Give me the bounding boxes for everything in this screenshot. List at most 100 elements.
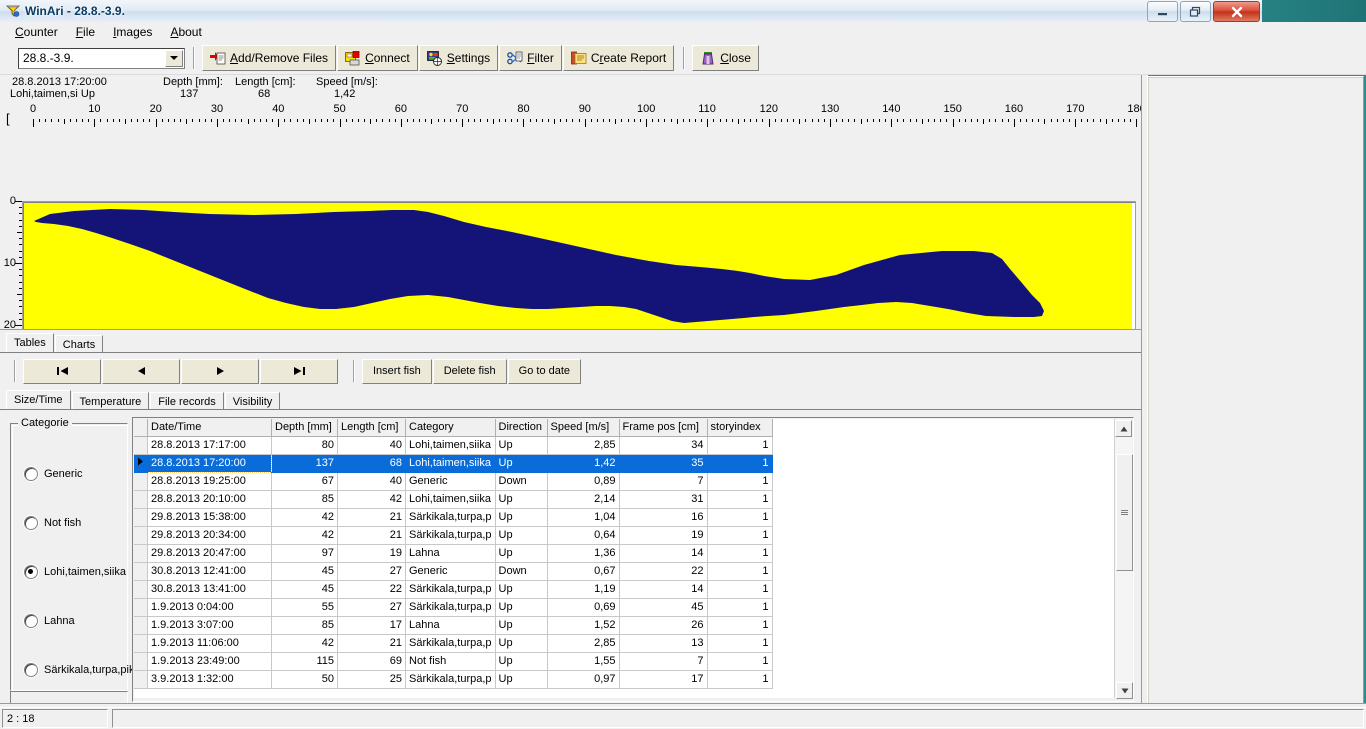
table-row[interactable]: 28.8.2013 20:10:00 85 42 Lohi,taimen,siika U…	[134, 490, 773, 509]
cell-depth-mm[interactable]: 45	[271, 580, 338, 599]
cell-date-time[interactable]: 28.8.2013 17:20:00	[147, 453, 272, 473]
cell-length-cm[interactable]: 25	[337, 670, 406, 689]
cell-speed-m-s[interactable]: 1,52	[547, 616, 620, 635]
tab-visibility[interactable]: Visibility	[224, 392, 281, 410]
cell-direction[interactable]: Down	[495, 562, 548, 581]
tab-temperature[interactable]: Temperature	[71, 392, 150, 410]
file-select-combo[interactable]: 28.8.-3.9.	[18, 47, 185, 69]
cell-speed-m-s[interactable]: 0,97	[547, 670, 620, 689]
cell-frame-pos-cm[interactable]: 17	[619, 670, 708, 689]
cell-direction[interactable]: Down	[495, 472, 548, 491]
cell-depth-mm[interactable]: 67	[271, 472, 338, 491]
cell-date-time[interactable]: 28.8.2013 19:25:00	[147, 472, 272, 491]
cell-storyindex[interactable]: 1	[707, 562, 773, 581]
cell-category[interactable]: Lohi,taimen,siika	[405, 454, 496, 473]
cell-storyindex[interactable]: 1	[707, 652, 773, 671]
cell-direction[interactable]: Up	[495, 598, 548, 617]
row-marker[interactable]	[134, 598, 148, 617]
cell-depth-mm[interactable]: 85	[271, 490, 338, 509]
cell-frame-pos-cm[interactable]: 35	[619, 454, 708, 473]
insert-fish-button[interactable]: Insert fish	[362, 358, 432, 384]
cell-category[interactable]: Lahna	[405, 544, 496, 563]
cell-speed-m-s[interactable]: 2,85	[547, 436, 620, 455]
cell-depth-mm[interactable]: 55	[271, 598, 338, 617]
cell-depth-mm[interactable]: 97	[271, 544, 338, 563]
cell-direction[interactable]: Up	[495, 652, 548, 671]
tab-tables[interactable]: Tables	[6, 333, 54, 353]
cell-length-cm[interactable]: 27	[337, 562, 406, 581]
cell-date-time[interactable]: 30.8.2013 13:41:00	[147, 580, 272, 599]
cell-date-time[interactable]: 30.8.2013 12:41:00	[147, 562, 272, 581]
connect-button[interactable]: Connect	[337, 45, 418, 71]
cell-length-cm[interactable]: 22	[337, 580, 406, 599]
settings-button[interactable]: Settings	[418, 45, 499, 71]
table-row[interactable]: 3.9.2013 1:32:00 50 25 Särkikala,turpa,p Up 0…	[134, 670, 773, 689]
cell-date-time[interactable]: 29.8.2013 20:47:00	[147, 544, 272, 563]
row-marker[interactable]	[134, 454, 148, 473]
cell-category[interactable]: Generic	[405, 562, 496, 581]
row-marker[interactable]	[134, 472, 148, 491]
cell-direction[interactable]: Up	[495, 634, 548, 653]
cell-category[interactable]: Lahna	[405, 616, 496, 635]
cell-depth-mm[interactable]: 42	[271, 508, 338, 527]
cell-length-cm[interactable]: 17	[337, 616, 406, 635]
cell-category[interactable]: Särkikala,turpa,p	[405, 580, 496, 599]
categorie-option-1[interactable]: Not fish	[24, 516, 81, 530]
menu-item-file[interactable]: File	[67, 23, 104, 41]
cell-speed-m-s[interactable]: 0,67	[547, 562, 620, 581]
cell-direction[interactable]: Up	[495, 454, 548, 473]
cell-date-time[interactable]: 1.9.2013 23:49:00	[147, 652, 272, 671]
cell-frame-pos-cm[interactable]: 7	[619, 652, 708, 671]
chevron-down-icon[interactable]	[165, 49, 183, 67]
cell-date-time[interactable]: 28.8.2013 17:17:00	[147, 436, 272, 455]
menu-item-counter[interactable]: CCounterounter	[6, 23, 67, 41]
cell-storyindex[interactable]: 1	[707, 454, 773, 473]
cell-storyindex[interactable]: 1	[707, 508, 773, 527]
table-row[interactable]: 1.9.2013 3:07:00 85 17 Lahna Up 1,52 26 1	[134, 616, 773, 635]
row-marker[interactable]	[134, 634, 148, 653]
column-header-4[interactable]: Direction	[495, 419, 548, 437]
table-row[interactable]: 29.8.2013 20:34:00 42 21 Särkikala,turpa,p U…	[134, 526, 773, 545]
menu-item-about[interactable]: About	[161, 23, 210, 41]
cell-storyindex[interactable]: 1	[707, 490, 773, 509]
cell-date-time[interactable]: 1.9.2013 0:04:00	[147, 598, 272, 617]
cell-length-cm[interactable]: 69	[337, 652, 406, 671]
cell-category[interactable]: Särkikala,turpa,p	[405, 526, 496, 545]
tab-size-time[interactable]: Size/Time	[6, 390, 71, 410]
table-row[interactable]: 1.9.2013 0:04:00 55 27 Särkikala,turpa,p Up 0…	[134, 598, 773, 617]
row-marker[interactable]	[134, 508, 148, 527]
cell-direction[interactable]: Up	[495, 508, 548, 527]
row-marker[interactable]	[134, 544, 148, 563]
cell-frame-pos-cm[interactable]: 14	[619, 580, 708, 599]
cell-length-cm[interactable]: 19	[337, 544, 406, 563]
cell-speed-m-s[interactable]: 2,85	[547, 634, 620, 653]
delete-fish-button[interactable]: Delete fish	[432, 358, 507, 384]
cell-frame-pos-cm[interactable]: 26	[619, 616, 708, 635]
cell-speed-m-s[interactable]: 1,42	[547, 454, 620, 473]
scroll-thumb[interactable]	[1116, 454, 1133, 571]
previous-record-button[interactable]	[102, 358, 180, 384]
categorie-option-0[interactable]: Generic	[24, 467, 83, 481]
cell-frame-pos-cm[interactable]: 13	[619, 634, 708, 653]
cell-length-cm[interactable]: 40	[337, 472, 406, 491]
cell-date-time[interactable]: 29.8.2013 20:34:00	[147, 526, 272, 545]
grid-vertical-scrollbar[interactable]	[1114, 419, 1133, 699]
cell-date-time[interactable]: 1.9.2013 3:07:00	[147, 616, 272, 635]
cell-date-time[interactable]: 28.8.2013 20:10:00	[147, 490, 272, 509]
column-header-0[interactable]: Date/Time	[147, 419, 272, 437]
restore-button[interactable]	[1180, 1, 1211, 22]
filter-button[interactable]: Filter	[499, 45, 562, 71]
cell-direction[interactable]: Up	[495, 490, 548, 509]
categorie-option-3[interactable]: Lahna	[24, 614, 75, 628]
next-record-button[interactable]	[181, 358, 259, 384]
cell-length-cm[interactable]: 42	[337, 490, 406, 509]
cell-category[interactable]: Not fish	[405, 652, 496, 671]
cell-direction[interactable]: Up	[495, 670, 548, 689]
cell-depth-mm[interactable]: 80	[271, 436, 338, 455]
cell-speed-m-s[interactable]: 1,55	[547, 652, 620, 671]
menu-item-images[interactable]: Images	[104, 23, 161, 41]
cell-length-cm[interactable]: 27	[337, 598, 406, 617]
cell-frame-pos-cm[interactable]: 22	[619, 562, 708, 581]
cell-depth-mm[interactable]: 42	[271, 526, 338, 545]
cell-category[interactable]: Särkikala,turpa,p	[405, 598, 496, 617]
